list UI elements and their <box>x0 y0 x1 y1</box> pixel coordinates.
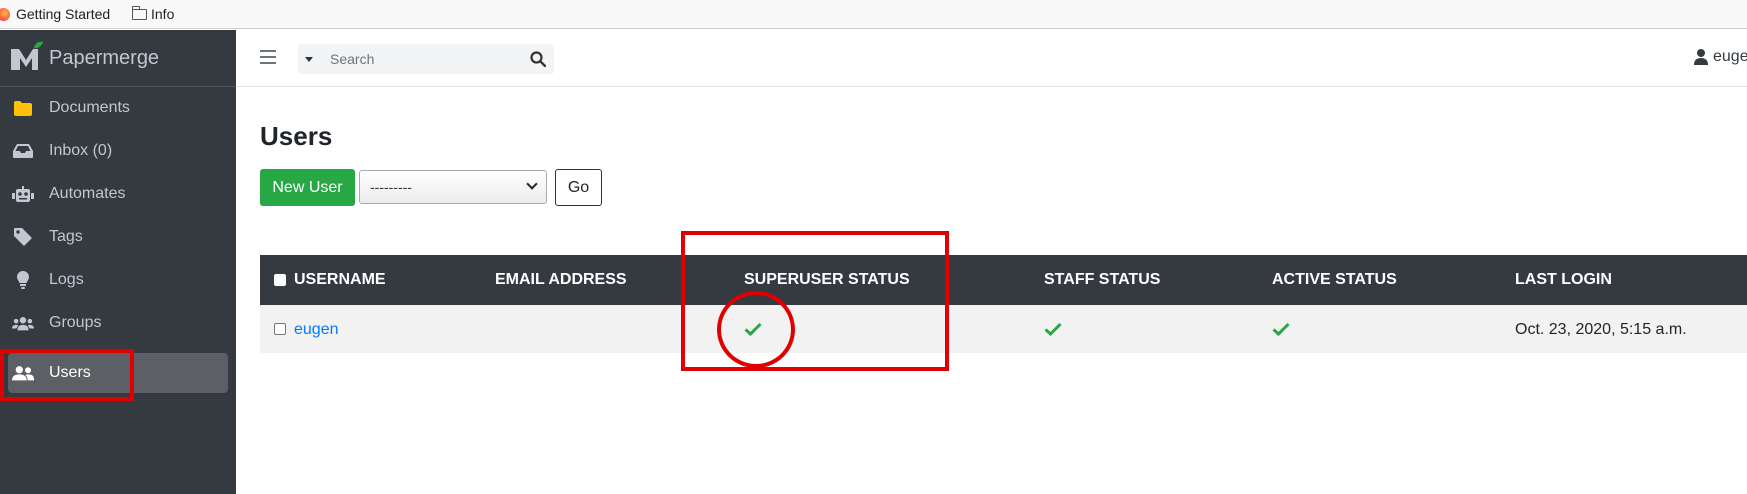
go-button[interactable]: Go <box>555 169 602 206</box>
sidebar-item-label: Tags <box>49 228 83 245</box>
bookmarks-bar: Getting Started Info <box>0 0 1747 29</box>
username-link[interactable]: eugen <box>294 321 339 339</box>
brand-link[interactable]: Papermerge <box>0 30 236 87</box>
sidebar-item-automates[interactable]: Automates <box>8 174 228 214</box>
tag-icon <box>12 228 34 246</box>
user-menu[interactable]: euge <box>1694 48 1747 66</box>
top-navbar: euge <box>236 30 1747 87</box>
select-all-checkbox[interactable] <box>274 274 286 286</box>
search-input[interactable] <box>320 44 520 74</box>
action-select-value: --------- <box>370 179 412 195</box>
column-header-email[interactable]: EMAIL ADDRESS <box>495 271 627 289</box>
folder-icon <box>12 99 34 117</box>
chevron-down-icon <box>526 178 538 190</box>
sidebar-item-label: Groups <box>49 314 102 331</box>
users-table-header: USERNAME EMAIL ADDRESS SUPERUSER STATUS … <box>260 255 1747 305</box>
staff-check-icon <box>1044 322 1062 336</box>
column-header-username[interactable]: USERNAME <box>294 271 386 289</box>
users-group-icon <box>12 314 34 332</box>
user-icon <box>1694 49 1708 65</box>
annotation-circle-superuser-check <box>717 291 795 368</box>
papermerge-logo-icon <box>11 41 43 70</box>
page-title: Users <box>260 121 333 151</box>
sidebar-item-label: Automates <box>49 185 126 202</box>
user-name: euge <box>1713 48 1747 65</box>
bookmark-getting-started[interactable]: Getting Started <box>0 0 110 28</box>
bookmark-info[interactable]: Info <box>132 0 174 28</box>
search-bar <box>298 44 554 74</box>
column-header-last-login[interactable]: LAST LOGIN <box>1515 271 1612 289</box>
search-icon[interactable] <box>530 51 546 67</box>
row-checkbox[interactable] <box>274 323 286 335</box>
sidebar-item-documents[interactable]: Documents <box>8 88 228 128</box>
column-header-staff-status[interactable]: STAFF STATUS <box>1044 271 1160 289</box>
lightbulb-icon <box>12 271 34 289</box>
sidebar-item-label: Inbox (0) <box>49 142 113 159</box>
folder-icon <box>132 5 147 20</box>
last-login-cell: Oct. 23, 2020, 5:15 a.m. <box>1515 321 1687 338</box>
sidebar-item-label: Logs <box>49 271 84 288</box>
annotation-highlight-users <box>0 349 134 401</box>
action-select[interactable]: --------- <box>359 170 547 204</box>
hamburger-menu-icon[interactable] <box>260 50 276 64</box>
sidebar-item-logs[interactable]: Logs <box>8 260 228 300</box>
brand-name: Papermerge <box>49 47 160 69</box>
sidebar: Papermerge Documents Inbox (0) Automates… <box>0 30 236 494</box>
sidebar-item-groups[interactable]: Groups <box>8 303 228 343</box>
sidebar-item-inbox[interactable]: Inbox (0) <box>8 131 228 171</box>
column-header-active-status[interactable]: ACTIVE STATUS <box>1272 271 1397 289</box>
search-options-dropdown[interactable] <box>298 44 320 74</box>
active-check-icon <box>1272 322 1290 336</box>
table-row: eugen Oct. 23, 2020, 5:15 a.m. <box>260 305 1747 353</box>
firefox-icon <box>0 7 10 21</box>
sidebar-item-tags[interactable]: Tags <box>8 217 228 257</box>
robot-icon <box>12 185 34 203</box>
annotation-highlight-superuser-column <box>681 231 949 371</box>
sidebar-item-label: Documents <box>49 99 130 116</box>
inbox-icon <box>12 142 34 160</box>
bookmark-label: Info <box>151 6 175 22</box>
new-user-button[interactable]: New User <box>260 169 355 206</box>
bookmark-label: Getting Started <box>16 6 111 22</box>
